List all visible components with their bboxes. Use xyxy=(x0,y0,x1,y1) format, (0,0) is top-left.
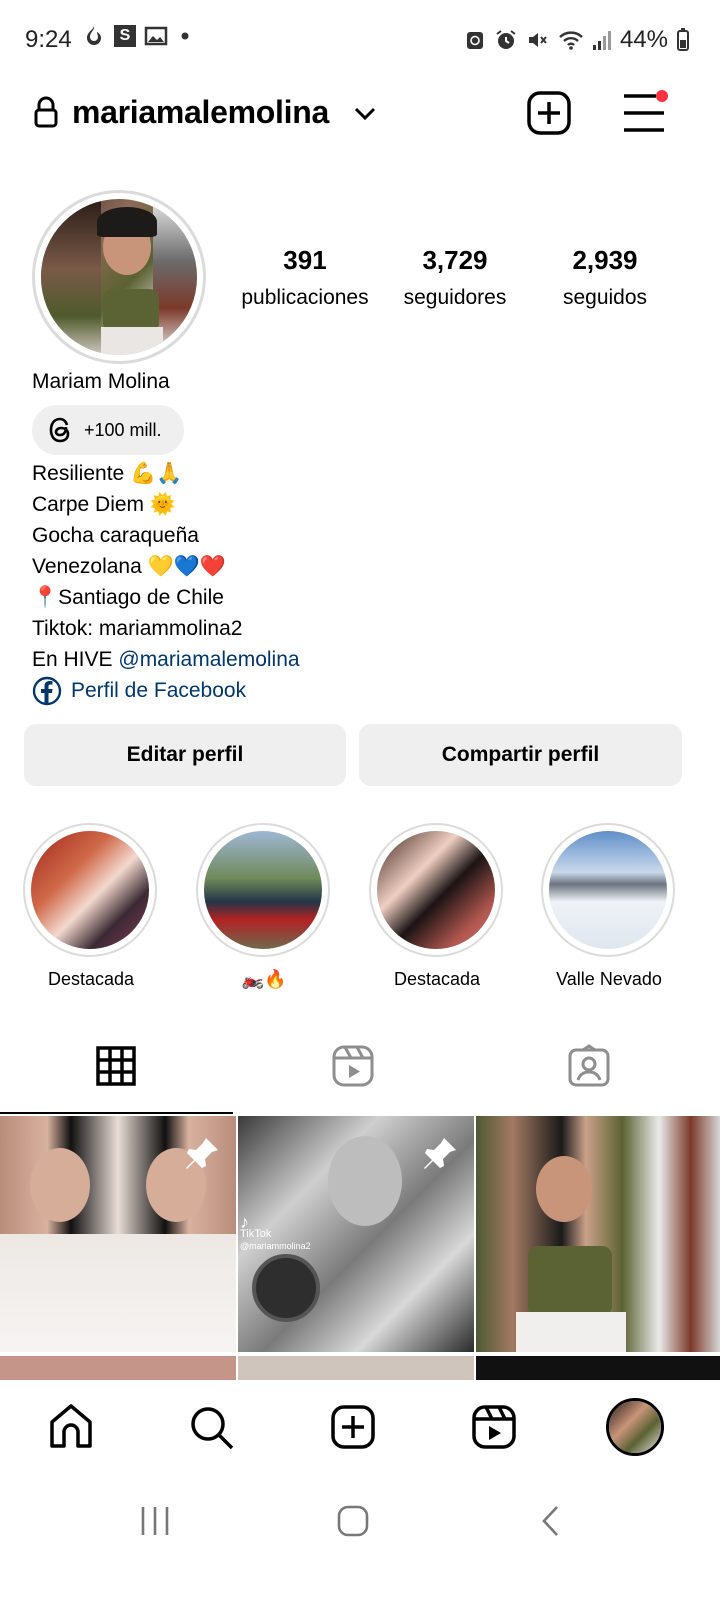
facebook-link-label: Perfil de Facebook xyxy=(71,679,247,702)
stat-followers-label: seguidores xyxy=(403,286,507,309)
avatar-photo xyxy=(41,199,197,355)
gallery-icon xyxy=(144,26,168,46)
highlight-item[interactable]: Valle Nevado xyxy=(541,823,677,990)
tiktok-watermark: ♪ TikTok @mariammolina2 xyxy=(240,1212,311,1251)
bio-hive-prefix: En HIVE xyxy=(32,648,119,671)
system-navigation xyxy=(0,1480,720,1600)
bio-line: Carpe Diem 🌞 xyxy=(32,493,177,516)
home-button-icon[interactable] xyxy=(336,1504,370,1538)
recent-apps-icon[interactable] xyxy=(138,1504,172,1538)
profile-tabs xyxy=(0,1030,720,1114)
highlight-item[interactable]: Destacada xyxy=(23,823,159,990)
grid-post[interactable] xyxy=(476,1356,720,1380)
stat-followers-value: 3,729 xyxy=(422,245,488,275)
highlight-label: Destacada xyxy=(47,969,135,989)
sync-icon xyxy=(466,32,483,49)
tiktok-label: TikTok xyxy=(240,1228,272,1240)
account-username[interactable]: mariamalemolina xyxy=(72,94,329,131)
highlight-ring xyxy=(23,823,157,957)
pin-icon xyxy=(186,1138,218,1169)
pin-icon xyxy=(424,1138,456,1169)
profile-bio: Resiliente 💪🙏 Carpe Diem 🌞 Gocha caraque… xyxy=(32,458,300,706)
highlight-ring xyxy=(196,823,330,957)
stat-posts-label: publicaciones xyxy=(241,286,369,309)
bio-line: Venezolana 💛💙❤️ xyxy=(32,555,227,578)
tiktok-handle: @mariammolina2 xyxy=(240,1241,311,1251)
stat-following-value: 2,939 xyxy=(572,245,638,275)
highlight-cover xyxy=(377,831,495,949)
highlight-cover xyxy=(31,831,149,949)
create-post-icon[interactable] xyxy=(526,90,572,136)
lock-icon xyxy=(34,96,58,128)
profile-name: Mariam Molina xyxy=(32,370,170,393)
highlight-cover xyxy=(204,831,322,949)
hive-mention-link[interactable]: @mariamalemolina xyxy=(118,648,299,671)
stat-followers[interactable]: 3,729 seguidores xyxy=(375,245,535,310)
highlight-item[interactable]: Destacada xyxy=(369,823,505,990)
s-app-icon: S xyxy=(114,25,136,47)
reels-nav-icon[interactable] xyxy=(471,1404,517,1450)
threads-badge[interactable]: +100 mill. xyxy=(32,405,184,455)
threads-icon xyxy=(49,417,70,443)
status-time: 9:24 xyxy=(25,26,72,53)
tagged-icon[interactable] xyxy=(567,1044,611,1088)
grid-post[interactable] xyxy=(0,1356,236,1380)
alarm-icon xyxy=(496,30,516,49)
search-icon[interactable] xyxy=(188,1404,236,1452)
highlight-label: 🏍️🔥 xyxy=(241,969,287,989)
status-bar: 9:24 S 44% xyxy=(0,0,720,80)
battery-icon xyxy=(677,28,689,51)
grid-post[interactable] xyxy=(238,1356,474,1380)
bottom-navigation xyxy=(0,1380,720,1480)
threads-count: +100 mill. xyxy=(84,419,162,440)
facebook-link[interactable]: Perfil de Facebook xyxy=(32,675,300,706)
stat-following[interactable]: 2,939 seguidos xyxy=(525,245,685,310)
new-post-icon[interactable] xyxy=(330,1404,376,1450)
highlight-label: Destacada xyxy=(393,969,481,989)
stat-posts[interactable]: 391 publicaciones xyxy=(225,245,385,310)
status-left-icons: S xyxy=(82,24,194,48)
home-icon[interactable] xyxy=(48,1402,94,1450)
grid-post[interactable]: ♪ TikTok @mariammolina2 xyxy=(238,1116,474,1352)
grid-icon[interactable] xyxy=(96,1046,136,1086)
flame-icon xyxy=(87,26,101,45)
active-tab-indicator xyxy=(0,1112,233,1114)
reels-icon[interactable] xyxy=(331,1044,375,1088)
facebook-icon xyxy=(32,676,62,705)
dot-icon xyxy=(181,32,189,40)
bio-line: Tiktok: mariammolina2 xyxy=(32,617,243,640)
menu-icon[interactable] xyxy=(620,90,670,136)
grid-post[interactable] xyxy=(476,1116,720,1352)
signal-icon xyxy=(592,31,611,50)
stat-posts-value: 391 xyxy=(283,245,327,275)
bio-line: 📍Santiago de Chile xyxy=(32,586,224,609)
bio-line: Resiliente 💪🙏 xyxy=(32,462,183,485)
profile-header: mariamalemolina xyxy=(0,90,720,140)
bio-hive-line: En HIVE @mariamalemolina xyxy=(32,644,300,675)
highlight-item[interactable]: 🏍️🔥 xyxy=(196,823,332,990)
stat-following-label: seguidos xyxy=(562,286,648,309)
profile-avatar[interactable] xyxy=(32,190,206,364)
status-right-icons: 44% xyxy=(464,26,690,54)
bio-line: Gocha caraqueña xyxy=(32,524,199,547)
highlight-ring xyxy=(369,823,503,957)
wifi-icon xyxy=(559,31,583,50)
back-icon[interactable] xyxy=(538,1504,562,1538)
share-profile-button[interactable]: Compartir perfil xyxy=(359,724,682,786)
highlight-cover xyxy=(549,831,667,949)
profile-nav-avatar[interactable] xyxy=(606,1398,664,1456)
mute-icon xyxy=(528,33,547,47)
highlight-label: Valle Nevado xyxy=(556,969,662,989)
chevron-down-icon[interactable] xyxy=(352,102,378,124)
grid-post[interactable] xyxy=(0,1116,236,1352)
battery-text: 44% xyxy=(619,26,668,53)
edit-profile-button[interactable]: Editar perfil xyxy=(24,724,346,786)
highlight-ring xyxy=(541,823,675,957)
